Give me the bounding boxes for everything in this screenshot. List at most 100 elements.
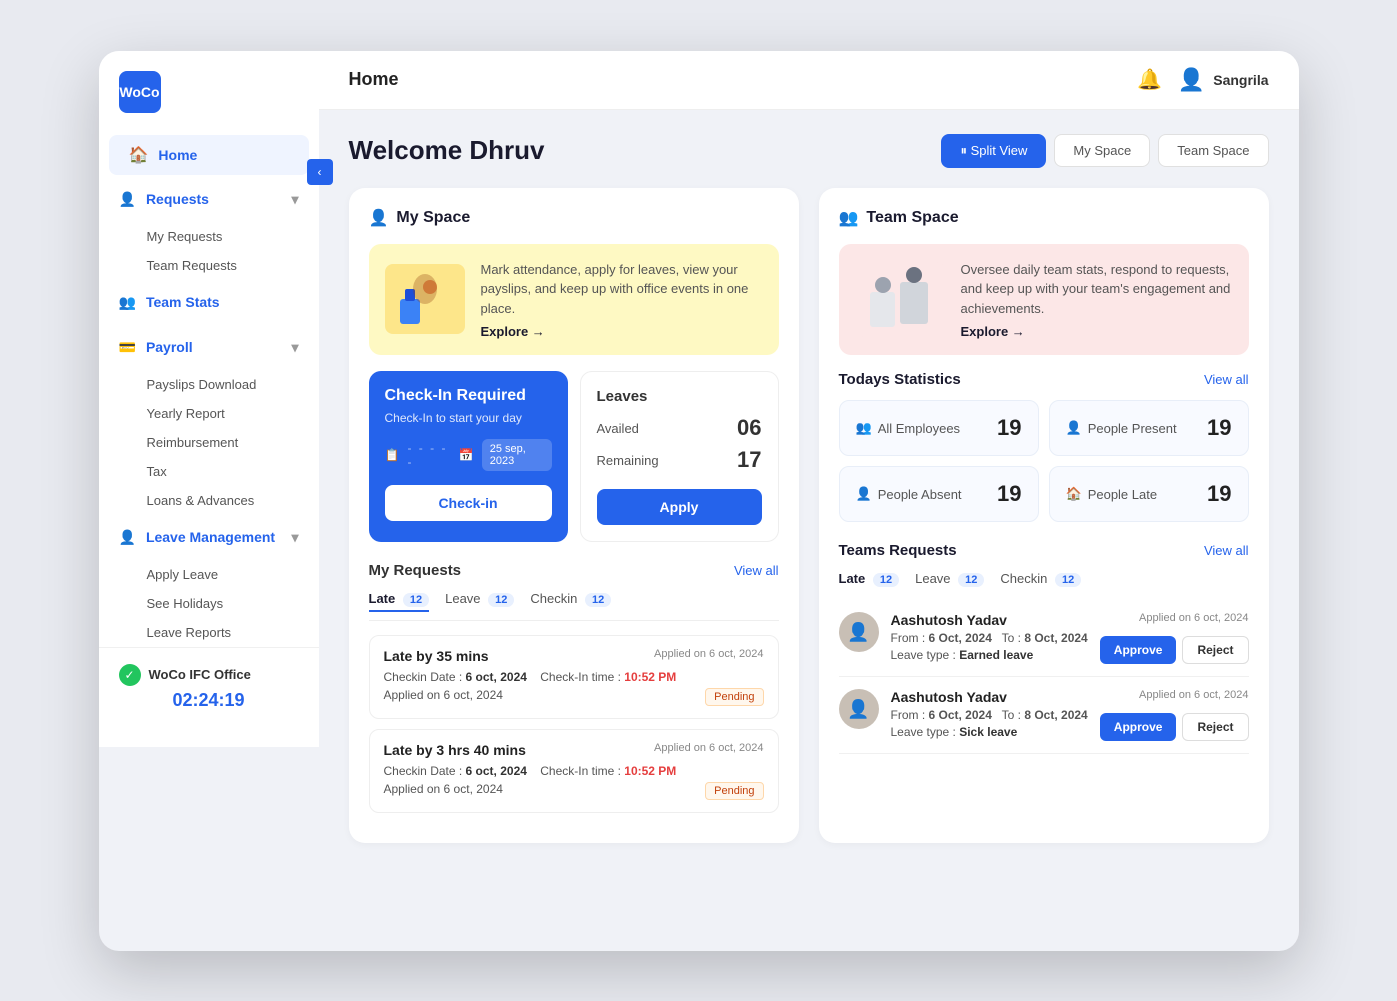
stat-all-employees: 👥 All Employees 19: [839, 400, 1039, 456]
sidebar-item-reimbursement[interactable]: Reimbursement: [99, 428, 319, 457]
team-req-tab-checkin[interactable]: Checkin 12: [1000, 571, 1081, 586]
leaves-availed-label: Availed: [597, 421, 639, 436]
req-title-1: Late by 35 mins: [384, 648, 489, 664]
sidebar-item-leave-mgmt[interactable]: 👤 Leave Management ▾: [99, 519, 319, 556]
req-tab-late[interactable]: Late 12: [369, 591, 430, 612]
stat-people-present: 👤 People Present 19: [1049, 400, 1249, 456]
reject-button-1[interactable]: Reject: [1182, 636, 1248, 664]
team-req-applied-2: Applied on 6 oct, 2024: [1139, 689, 1248, 701]
team-req-tab-leave-badge: 12: [958, 573, 984, 587]
req-tab-checkin-badge: 12: [585, 593, 611, 607]
person-icon: 👤: [369, 208, 389, 228]
user-menu[interactable]: 👤 Sangrila: [1178, 67, 1269, 93]
sidebar-item-apply-leave[interactable]: Apply Leave: [99, 560, 319, 589]
team-req-item-2: 👤 Aashutosh Yadav From : 6 Oct, 2024 To …: [839, 677, 1249, 754]
team-space-illustration: [855, 262, 945, 337]
req-applied-1: Applied on 6 oct, 2024: [654, 648, 763, 660]
sidebar-item-holidays[interactable]: See Holidays: [99, 589, 319, 618]
user-name: Sangrila: [1213, 72, 1268, 88]
req-applied-2: Applied on 6 oct, 2024: [654, 742, 763, 754]
req-detail-2: Checkin Date : 6 oct, 2024 Check-In time…: [384, 764, 764, 778]
team-space-title: 👥 Team Space: [839, 208, 1249, 228]
sidebar-item-payroll[interactable]: 💳 Payroll ▾: [99, 329, 319, 366]
topbar-right: 🔔 👤 Sangrila: [1137, 67, 1269, 93]
office-time: 02:24:19: [119, 690, 299, 711]
checkin-title: Check-In Required: [385, 387, 552, 405]
my-space-banner: Mark attendance, apply for leaves, view …: [369, 244, 779, 356]
req-title-2: Late by 3 hrs 40 mins: [384, 742, 526, 758]
req-detail-2b: Applied on 6 oct, 2024 Pending: [384, 782, 764, 796]
chevron-down-icon-3: ▾: [291, 529, 298, 546]
reject-button-2[interactable]: Reject: [1182, 713, 1248, 741]
team-req-tabs: Late 12 Leave 12 Checkin 12: [839, 571, 1249, 586]
checkin-dashes: - - - - -: [407, 441, 450, 469]
sidebar-item-loans[interactable]: Loans & Advances: [99, 486, 319, 515]
sidebar-item-leave-reports[interactable]: Leave Reports: [99, 618, 319, 647]
stat-people-late-value: 19: [1207, 481, 1231, 507]
notifications-button[interactable]: 🔔: [1137, 67, 1162, 92]
team-req-btn-row-2: Approve Reject: [1100, 713, 1249, 741]
sidebar-item-my-requests[interactable]: My Requests: [99, 222, 319, 251]
approve-button-2[interactable]: Approve: [1100, 713, 1177, 741]
todays-stats-header: Todays Statistics View all: [839, 371, 1249, 388]
office-status-dot: ✓: [119, 664, 141, 686]
checkin-button[interactable]: Check-in: [385, 485, 552, 521]
sidebar-collapse-button[interactable]: ‹: [307, 159, 333, 185]
req-item-header-2: Late by 3 hrs 40 mins Applied on 6 oct, …: [384, 742, 764, 758]
app-logo: WoCo: [119, 71, 161, 113]
checkin-date-badge: 25 sep, 2023: [482, 439, 552, 471]
team-req-tab-leave[interactable]: Leave 12: [915, 571, 984, 586]
team-req-tab-late[interactable]: Late 12: [839, 571, 900, 586]
dashboard-header: Welcome Dhruv ⏸ Split View My Space Team…: [349, 134, 1269, 168]
todays-stats-view-all[interactable]: View all: [1204, 372, 1249, 387]
req-item-header-1: Late by 35 mins Applied on 6 oct, 2024: [384, 648, 764, 664]
sidebar-item-tax[interactable]: Tax: [99, 457, 319, 486]
req-tab-checkin[interactable]: Checkin 12: [530, 591, 611, 612]
request-item-2: Late by 3 hrs 40 mins Applied on 6 oct, …: [369, 729, 779, 813]
approve-button-1[interactable]: Approve: [1100, 636, 1177, 664]
team-space-tab[interactable]: Team Space: [1158, 134, 1268, 167]
user-icon: 👤: [119, 191, 136, 208]
team-space-banner: Oversee daily team stats, respond to req…: [839, 244, 1249, 356]
sidebar-item-team-requests[interactable]: Team Requests: [99, 251, 319, 280]
stat-all-employees-label: 👥 All Employees: [856, 420, 961, 436]
sidebar-item-team-stats[interactable]: 👥 Team Stats: [99, 284, 319, 321]
teams-requests-view-all[interactable]: View all: [1204, 543, 1249, 558]
my-requests-view-all[interactable]: View all: [734, 563, 779, 578]
my-space-illustration: [385, 264, 465, 334]
team-stats-grid: 👥 All Employees 19 👤 People Present 19: [839, 400, 1249, 522]
request-tabs: Late 12 Leave 12 Checkin 12: [369, 591, 779, 621]
team-req-name-2: Aashutosh Yadav: [891, 689, 1088, 705]
my-space-explore-link[interactable]: Explore →: [481, 324, 763, 339]
sidebar-item-payslips[interactable]: Payslips Download: [99, 370, 319, 399]
dashboard: Welcome Dhruv ⏸ Split View My Space Team…: [319, 110, 1299, 951]
req-tab-late-badge: 12: [403, 593, 429, 607]
stat-people-absent: 👤 People Absent 19: [839, 466, 1039, 522]
chevron-down-icon: ▾: [291, 191, 298, 208]
team-space-explore-link[interactable]: Explore →: [961, 324, 1233, 339]
sidebar: WoCo 🏠 Home 👤 Requests ▾ My Requests Tea…: [99, 51, 319, 747]
my-space-banner-text: Mark attendance, apply for leaves, view …: [481, 260, 763, 319]
team-req-actions-2: Applied on 6 oct, 2024 Approve Reject: [1100, 689, 1249, 741]
employees-icon: 👥: [856, 420, 872, 436]
home-icon: 🏠: [129, 145, 149, 165]
team-space-icon: 👥: [839, 208, 859, 228]
team-req-actions-1: Applied on 6 oct, 2024 Approve Reject: [1100, 612, 1249, 664]
team-req-item-1: 👤 Aashutosh Yadav From : 6 Oct, 2024 To …: [839, 600, 1249, 677]
page-title: Home: [349, 69, 399, 90]
my-space-tab[interactable]: My Space: [1054, 134, 1150, 167]
split-view-tab[interactable]: ⏸ Split View: [941, 134, 1046, 168]
req-detail-1b: Applied on 6 oct, 2024 Pending: [384, 688, 764, 702]
office-name: WoCo IFC Office: [149, 667, 251, 682]
topbar: Home 🔔 👤 Sangrila: [319, 51, 1299, 110]
apply-leave-button[interactable]: Apply: [597, 489, 762, 525]
sidebar-item-home[interactable]: 🏠 Home: [109, 135, 309, 175]
leaves-title: Leaves: [597, 388, 762, 405]
leaves-remaining-label: Remaining: [597, 453, 659, 468]
leaves-availed-value: 06: [737, 415, 761, 441]
sidebar-item-requests[interactable]: 👤 Requests ▾: [99, 181, 319, 218]
sidebar-item-yearly[interactable]: Yearly Report: [99, 399, 319, 428]
sidebar-logo: WoCo: [99, 71, 319, 133]
sidebar-footer: ✓ WoCo IFC Office 02:24:19: [99, 647, 319, 727]
req-tab-leave[interactable]: Leave 12: [445, 591, 514, 612]
